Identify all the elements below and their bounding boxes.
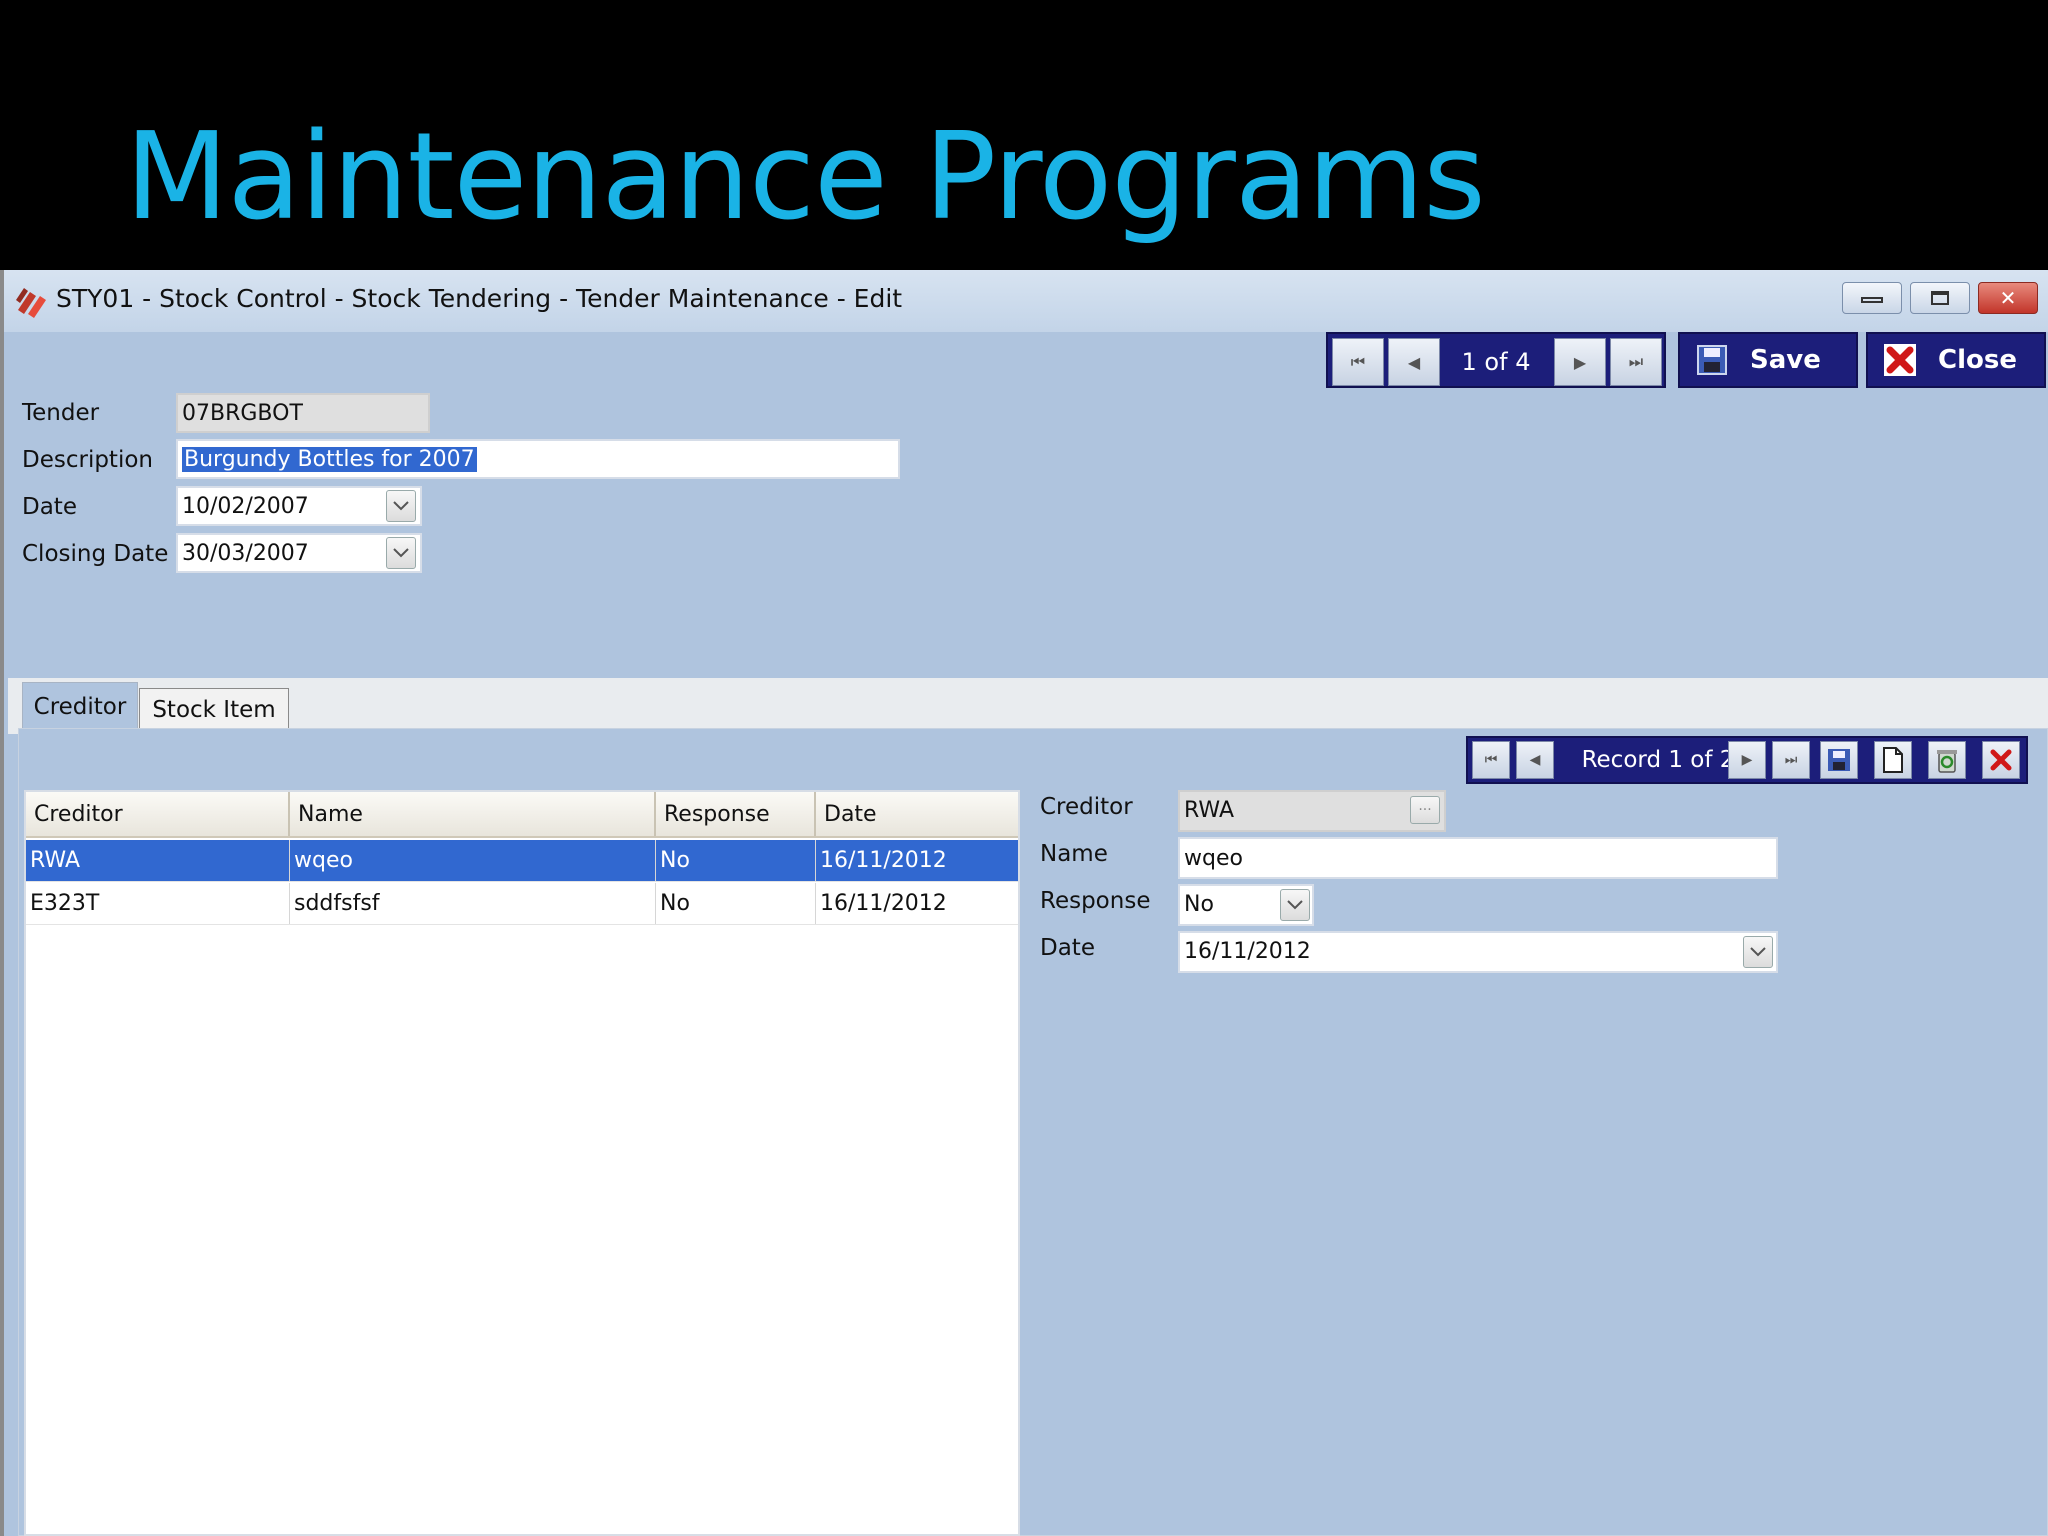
cell-creditor: E323T — [26, 883, 290, 924]
chevron-down-icon — [393, 501, 409, 511]
red-x-icon — [1882, 342, 1918, 378]
response-dropdown-button[interactable] — [1280, 889, 1310, 921]
close-x-icon: ✕ — [1999, 286, 2017, 310]
tab-creditor[interactable]: Creditor — [22, 682, 138, 730]
new-document-icon — [1883, 747, 1903, 773]
minimize-icon — [1861, 297, 1883, 303]
window-titlebar[interactable]: STY01 - Stock Control - Stock Tendering … — [4, 270, 2048, 332]
creditor-prev-button[interactable]: ◀ — [1516, 741, 1554, 779]
prev-icon: ◀ — [1529, 752, 1541, 768]
record-navigator: ⏮ ◀ 1 of 4 ▶ ⏭ — [1326, 332, 1666, 388]
detail-name-label: Name — [1040, 841, 1108, 867]
description-label: Description — [22, 447, 153, 473]
chevron-down-icon — [1287, 900, 1303, 910]
next-icon: ▶ — [1573, 352, 1587, 372]
creditor-record-position: Record 1 of 2 — [1581, 747, 1735, 773]
closing-date-dropdown-button[interactable] — [386, 537, 416, 569]
detail-date-value: 16/11/2012 — [1184, 939, 1311, 964]
cell-name: wqeo — [290, 840, 656, 881]
cell-date: 16/11/2012 — [820, 891, 947, 916]
creditor-first-button[interactable]: ⏮ — [1472, 741, 1510, 779]
record-position: 1 of 4 — [1461, 348, 1531, 376]
tab-stock-item[interactable]: Stock Item — [139, 688, 289, 730]
column-header-date[interactable]: Date — [816, 792, 1018, 836]
tender-label: Tender — [22, 400, 100, 426]
date-label: Date — [22, 494, 77, 520]
tender-field[interactable] — [176, 393, 430, 433]
closing-date-value: 30/03/2007 — [182, 541, 309, 566]
first-record-button[interactable]: ⏮ — [1332, 338, 1384, 386]
save-label: Save — [1750, 345, 1821, 375]
creditor-cancel-button[interactable] — [1982, 741, 2020, 779]
creditor-last-button[interactable]: ⏭ — [1772, 741, 1810, 779]
chevron-down-icon — [393, 548, 409, 558]
window-close-button[interactable]: ✕ — [1978, 282, 2038, 314]
creditor-next-button[interactable]: ▶ — [1728, 741, 1766, 779]
detail-creditor-field[interactable]: RWA — [1178, 790, 1446, 832]
cell-date: 16/11/2012 — [820, 848, 947, 873]
red-x-icon — [1990, 749, 2012, 771]
creditor-lookup-button[interactable]: ··· — [1410, 796, 1440, 824]
creditor-record-navigator: ⏮ ◀ Record 1 of 2 ▶ ⏭ — [1466, 736, 2028, 784]
detail-response-value: No — [1184, 892, 1214, 917]
recycle-bin-icon — [1937, 750, 1957, 773]
save-button[interactable]: Save — [1678, 332, 1858, 388]
description-field[interactable]: Burgundy Bottles for 2007 — [176, 439, 900, 479]
next-icon: ▶ — [1741, 752, 1753, 768]
floppy-disk-icon — [1828, 749, 1850, 771]
first-icon: ⏮ — [1484, 752, 1498, 768]
ellipsis-icon: ··· — [1418, 802, 1432, 818]
slide-title: Maintenance Programs — [125, 108, 1486, 247]
prev-record-button[interactable]: ◀ — [1388, 338, 1440, 386]
column-header-name[interactable]: Name — [290, 792, 656, 836]
close-label: Close — [1938, 345, 2017, 375]
first-icon: ⏮ — [1350, 352, 1366, 371]
detail-name-field[interactable] — [1178, 837, 1778, 879]
chevron-down-icon — [1750, 947, 1766, 957]
creditor-delete-button[interactable] — [1928, 741, 1966, 779]
cell-response: No — [656, 840, 816, 881]
cell-response: No — [656, 883, 816, 924]
detail-date-dropdown-button[interactable] — [1743, 936, 1773, 968]
next-record-button[interactable]: ▶ — [1554, 338, 1606, 386]
table-row[interactable]: RWA wqeo No 16/11/2012 — [26, 840, 1018, 882]
column-header-creditor[interactable]: Creditor — [26, 792, 290, 836]
grid-header: Creditor Name Response Date — [26, 792, 1018, 838]
last-icon: ⏭ — [1628, 352, 1644, 371]
last-icon: ⏭ — [1784, 752, 1798, 768]
app-logo-icon — [16, 288, 46, 318]
last-record-button[interactable]: ⏭ — [1610, 338, 1662, 386]
date-dropdown-button[interactable] — [386, 490, 416, 522]
cell-creditor: RWA — [26, 840, 290, 881]
close-button[interactable]: Close — [1866, 332, 2046, 388]
table-row[interactable]: E323T sddfsfsf No 16/11/2012 — [26, 883, 1018, 925]
description-selected-text: Burgundy Bottles for 2007 — [182, 447, 477, 472]
closing-date-label: Closing Date — [22, 541, 169, 567]
creditor-save-button[interactable] — [1820, 741, 1858, 779]
date-value: 10/02/2007 — [182, 494, 309, 519]
creditor-new-button[interactable] — [1874, 741, 1912, 779]
prev-icon: ◀ — [1407, 352, 1421, 372]
detail-creditor-value: RWA — [1184, 798, 1234, 823]
creditor-grid: Creditor Name Response Date RWA wqeo No … — [24, 790, 1020, 1536]
tab-strip: Creditor Stock Item — [8, 678, 2048, 734]
detail-response-label: Response — [1040, 888, 1151, 914]
cell-name: sddfsfsf — [290, 883, 656, 924]
minimize-button[interactable] — [1842, 282, 1902, 314]
detail-date-field[interactable]: 16/11/2012 — [1178, 931, 1778, 973]
floppy-disk-icon — [1694, 342, 1730, 378]
restore-button[interactable] — [1910, 282, 1970, 314]
column-header-response[interactable]: Response — [656, 792, 816, 836]
restore-icon — [1931, 291, 1949, 305]
detail-date-label: Date — [1040, 935, 1095, 961]
detail-creditor-label: Creditor — [1040, 794, 1133, 820]
window-title: STY01 - Stock Control - Stock Tendering … — [56, 284, 903, 313]
